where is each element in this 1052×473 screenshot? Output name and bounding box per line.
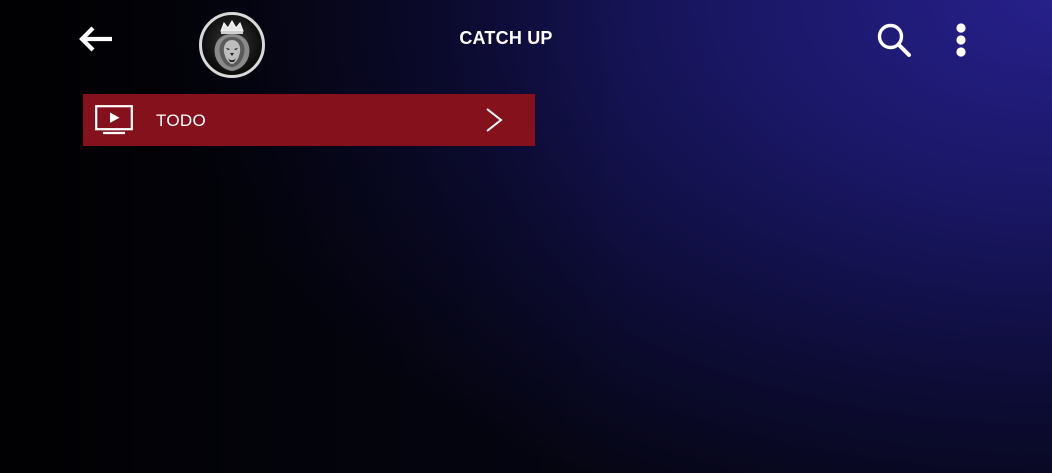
category-item-label: TODO — [156, 111, 207, 130]
chevron-right-icon — [486, 108, 503, 132]
category-list: TODO — [83, 94, 535, 146]
tv-play-icon — [95, 105, 133, 135]
top-bar: CATCH UP — [0, 0, 1052, 84]
more-options-button[interactable] — [946, 20, 976, 60]
more-vertical-icon — [956, 23, 966, 57]
page-title: CATCH UP — [459, 28, 553, 48]
search-button[interactable] — [874, 20, 914, 60]
search-icon — [877, 23, 911, 57]
app-logo — [199, 12, 265, 78]
back-button[interactable] — [76, 22, 116, 56]
category-item-todo[interactable]: TODO — [83, 94, 535, 146]
catch-up-screen: CATCH UP TODO — [0, 0, 1052, 473]
arrow-left-icon — [79, 26, 112, 52]
lion-crown-logo-icon — [214, 19, 250, 71]
